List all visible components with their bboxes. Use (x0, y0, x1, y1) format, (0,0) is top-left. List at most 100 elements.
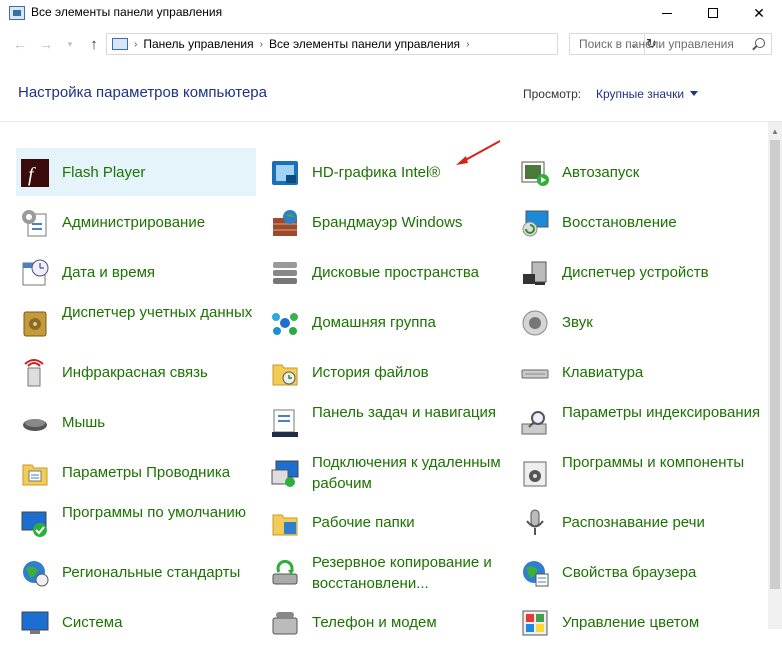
color-management-icon (522, 610, 548, 636)
vertical-scrollbar[interactable]: ▲ (768, 122, 782, 629)
item-label: Инфракрасная связь (62, 364, 208, 381)
intel-graphics-icon (272, 161, 298, 185)
maximize-button[interactable] (690, 0, 736, 26)
item-default-programs[interactable]: Программы по умолчанию (16, 498, 256, 546)
phone-modem-icon (272, 612, 298, 635)
item-administrative-tools[interactable]: Администрирование (16, 198, 256, 246)
item-label: Дисковые пространства (312, 264, 480, 281)
item-flash-player[interactable]: f Flash Player (16, 148, 256, 196)
item-device-manager[interactable]: Диспетчер устройств (516, 248, 756, 296)
scroll-up-icon[interactable]: ▲ (768, 126, 782, 136)
item-sound[interactable]: Звук (516, 298, 756, 346)
item-windows-firewall[interactable]: Брандмауэр Windows (266, 198, 506, 246)
file-history-icon (272, 364, 298, 386)
item-programs-features[interactable]: Программы и компоненты (516, 448, 756, 496)
item-label: Телефон и модем (312, 614, 437, 631)
recovery-icon (522, 210, 549, 237)
back-button[interactable]: ← (10, 34, 30, 54)
item-label: Рабочие папки (312, 514, 415, 531)
item-autoplay[interactable]: Автозапуск (516, 148, 756, 196)
address-bar[interactable]: › Панель управления › Все элементы панел… (106, 33, 657, 55)
item-label: Параметры индексирования (562, 404, 761, 421)
item-internet-options[interactable]: Свойства браузера (516, 548, 756, 596)
divider (0, 121, 782, 122)
item-explorer-options[interactable]: Параметры Проводника (16, 448, 256, 496)
item-label: История файлов (312, 364, 429, 381)
chevron-right-icon[interactable]: › (260, 39, 263, 50)
forward-button[interactable]: → (36, 34, 56, 54)
item-color-management[interactable]: Управление цветом (516, 598, 756, 646)
credential-manager-icon (23, 311, 47, 337)
window-title: Все элементы панели управления (31, 5, 223, 19)
backup-restore-icon (272, 559, 298, 585)
explorer-options-icon (22, 464, 48, 486)
item-work-folders[interactable]: Рабочие папки (266, 498, 506, 546)
item-label: Свойства браузера (562, 564, 697, 581)
flash-player-icon: f (21, 159, 49, 187)
up-button[interactable]: ↑ (84, 34, 104, 54)
scrollbar-thumb[interactable] (770, 140, 780, 589)
firewall-icon (273, 210, 297, 236)
item-phone-modem[interactable]: Телефон и модем (266, 598, 506, 646)
caret-down-icon[interactable] (690, 91, 698, 96)
item-label: Flash Player (62, 164, 146, 181)
recent-locations-button[interactable]: ▾ (60, 34, 80, 54)
item-speech-recognition[interactable]: Распознавание речи (516, 498, 756, 546)
item-label: Управление цветом (562, 614, 700, 631)
sound-icon (522, 310, 548, 336)
item-credential-manager[interactable]: Диспетчер учетных данных (16, 298, 256, 346)
item-homegroup[interactable]: Домашняя группа (266, 298, 506, 346)
item-taskbar-navigation[interactable]: Панель задач и навигация (266, 398, 506, 446)
item-label: Звук (562, 314, 593, 331)
item-label: Брандмауэр Windows (312, 214, 463, 231)
chevron-right-icon[interactable]: › (466, 39, 469, 50)
speech-recognition-icon (526, 509, 544, 535)
item-mouse[interactable]: Мышь (16, 398, 256, 446)
item-label: Диспетчер учетных данных (62, 304, 253, 321)
indexing-options-icon (521, 411, 547, 435)
item-backup-restore[interactable]: Резервное копирование и восстановлени... (266, 548, 506, 596)
item-label: Система (62, 614, 123, 631)
view-mode-dropdown[interactable]: Крупные значки (596, 87, 684, 101)
search-input[interactable]: Поиск в панели управления (569, 33, 772, 55)
item-label: Администрирование (62, 214, 206, 231)
item-file-history[interactable]: История файлов (266, 348, 506, 396)
remote-connections-icon (271, 460, 299, 487)
close-button[interactable]: ✕ (736, 0, 782, 26)
mouse-icon (23, 419, 47, 431)
arrow-up-icon: ↑ (90, 35, 98, 53)
item-label: Домашняя группа (312, 314, 436, 331)
internet-options-icon (523, 561, 549, 587)
item-label: Программы и компоненты (562, 454, 745, 471)
item-keyboard[interactable]: Клавиатура (516, 348, 756, 396)
item-recovery[interactable]: Восстановление (516, 198, 756, 246)
item-date-time[interactable]: Дата и время (16, 248, 256, 296)
item-label: Клавиатура (562, 364, 644, 381)
item-label: Дата и время (62, 264, 156, 281)
breadcrumb-control-panel[interactable]: Панель управления (143, 37, 253, 51)
item-system[interactable]: Система (16, 598, 256, 646)
minimize-icon (662, 12, 672, 14)
item-label: Подключения к удаленным рабочим (312, 454, 501, 492)
autoplay-icon (521, 161, 549, 186)
item-storage-spaces[interactable]: Дисковые пространства (266, 248, 506, 296)
storage-spaces-icon (273, 262, 297, 284)
breadcrumb-all-items[interactable]: Все элементы панели управления (269, 37, 460, 51)
minimize-button[interactable] (644, 0, 690, 26)
item-label: Мышь (62, 414, 106, 431)
system-icon (21, 611, 49, 634)
control-panel-icon (9, 6, 25, 20)
device-manager-icon (523, 261, 547, 285)
item-label: Распознавание речи (562, 514, 705, 531)
item-infrared[interactable]: Инфракрасная связь (16, 348, 256, 396)
arrow-right-icon: → (39, 36, 53, 52)
item-region[interactable]: Региональные стандарты (16, 548, 256, 596)
item-remote-connections[interactable]: Подключения к удаленным рабочим (266, 448, 506, 496)
item-label: Региональные стандарты (62, 564, 241, 581)
item-indexing-options[interactable]: Параметры индексирования (516, 398, 760, 446)
search-placeholder: Поиск в панели управления (579, 37, 734, 51)
close-icon: ✕ (753, 4, 765, 21)
item-label: Автозапуск (562, 164, 640, 181)
item-label: Резервное копирование и восстановлени... (312, 554, 492, 592)
region-icon (23, 561, 49, 587)
